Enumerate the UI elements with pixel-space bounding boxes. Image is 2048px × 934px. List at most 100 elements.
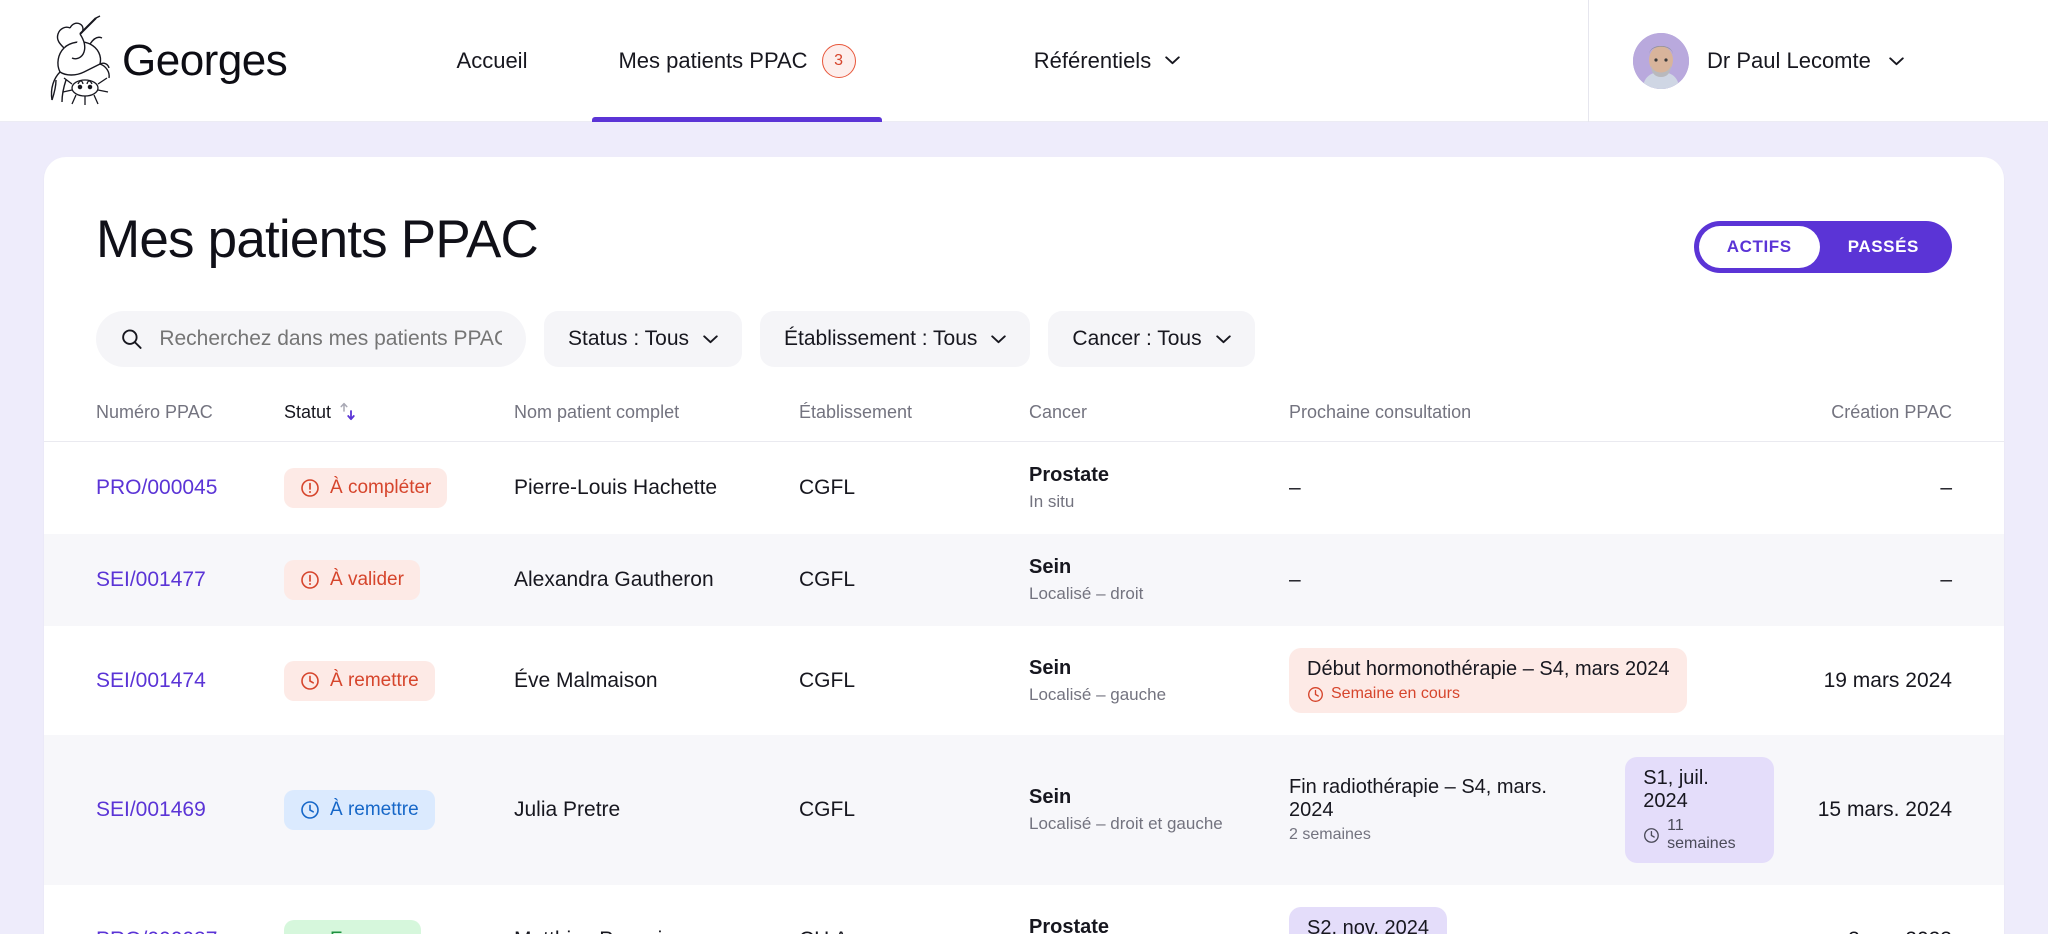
cell-numero-ppac: PRO/000045 [44,442,284,535]
etablissement-name: CGFL [799,668,856,692]
nav-badge-count: 3 [821,43,856,78]
sort-arrows-icon[interactable] [339,401,357,423]
toggle-option-actifs[interactable]: ACTIFS [1698,226,1820,268]
consultation-title: Début hormonothérapie – S4, mars 2024 [1307,658,1670,680]
creation-date: 15 mars. 2024 [1817,798,1952,821]
consultation-subtitle: 2 semaines [1289,826,1371,843]
consultation-box: Fin radiothérapie – S4, mars. 2024 2 sema… [1289,766,1607,854]
ppac-link[interactable]: PRO/000045 [96,476,217,499]
cell-cancer: Sein Localisé – gauche [1029,626,1289,735]
ppac-link[interactable]: SEI/001469 [96,798,206,821]
cell-creation-ppac: 19 mars 2024 [1774,626,2004,735]
cell-cancer: Sein Localisé – droit et gauche [1029,735,1289,885]
nav-item-accueil[interactable]: Accueil [392,0,592,122]
consultation-title: Fin radiothérapie – S4, mars. 2024 [1289,776,1547,821]
search-box[interactable] [96,311,526,367]
creation-date: – [1940,568,1952,591]
chevron-down-icon[interactable] [1889,56,1904,66]
clock-icon [301,671,319,690]
filter-cancer[interactable]: Cancer : Tous [1048,311,1255,367]
table-row[interactable]: SEI/001477 À valider Alexandra Gautheron CG… [44,534,2004,626]
column-header-cancer[interactable]: Cancer [1029,401,1289,442]
consultation-pill-title: S1, juil. 2024 [1643,767,1709,812]
consultation-pill[interactable]: S2, nov. 20248 mois [1289,907,1447,934]
status-badge: À remettre [284,660,435,701]
cell-creation-ppac: 15 mars. 2024 [1774,735,2004,885]
column-header-statut[interactable]: Statut [284,401,514,442]
table-row[interactable]: SEI/001469 À remettre Julia Pretre CGFL Sein… [44,735,2004,885]
consultation-pill-title: S2, nov. 2024 [1307,917,1429,934]
creation-date: – [1940,476,1952,499]
table-header: Numéro PPAC Statut Nom patient complet É… [44,401,2004,442]
patient-name: Alexandra Gautheron [514,568,714,591]
search-icon [122,329,142,349]
column-label: Prochaine consultation [1289,401,1472,422]
cancer-detail: Localisé – gauche [1029,684,1167,704]
cell-nom-patient: Éve Malmaison [514,626,799,735]
actifs-passes-toggle[interactable]: ACTIFS PASSÉS [1693,221,1952,273]
table-row[interactable]: PRO/000045 À compléter Pierre-Louis Hachet… [44,442,2004,535]
column-header-creation-ppac[interactable]: Création PPAC [1774,401,2004,442]
column-header-nom-patient[interactable]: Nom patient complet [514,401,799,442]
consultation-empty: – [1289,476,1301,499]
cell-creation-ppac: – [1774,534,2004,626]
consultation-box[interactable]: Début hormonothérapie – S4, mars 2024 Sem… [1289,648,1688,713]
alert-circle-icon [301,571,319,589]
patient-name: Julia Pretre [514,798,621,821]
consultation-pill[interactable]: S1, juil. 2024 11 semaines [1625,757,1774,863]
brand-logo-area[interactable]: Georges [30,14,320,108]
cancer-type: Sein [1029,786,1072,808]
cell-numero-ppac: PRO/000037 [44,885,284,934]
cell-numero-ppac: SEI/001477 [44,534,284,626]
column-label: Création PPAC [1831,401,1952,422]
etablissement-name: CGFL [799,798,856,821]
column-label: Numéro PPAC [96,401,213,422]
table-row[interactable]: PRO/000037 En cours Matthias Poussin CH Aux… [44,885,2004,934]
consultation-subtitle: Semaine en cours [1307,685,1669,703]
cell-cancer: Sein Localisé – droit [1029,534,1289,626]
user-menu[interactable]: Dr Paul Lecomte [1588,0,2048,122]
cancer-detail: In situ [1029,492,1075,511]
column-header-numero-ppac[interactable]: Numéro PPAC [44,401,284,442]
user-avatar-icon [1633,33,1689,89]
search-input[interactable] [159,327,502,351]
top-navigation-bar: Georges Accueil Mes patients PPAC 3 Réfé… [0,0,2048,122]
filter-etablissement[interactable]: Établissement : Tous [760,311,1031,367]
cell-etablissement: CGFL [799,442,1029,535]
filter-bar: Status : Tous Établissement : Tous Cance… [44,273,2004,367]
status-badge: À compléter [284,468,448,508]
column-header-prochaine-consultation[interactable]: Prochaine consultation [1289,401,1774,442]
status-badge-label: À remettre [330,669,419,691]
table-row[interactable]: SEI/001474 À remettre Éve Malmaison CGFL Sei… [44,626,2004,735]
nav-item-label: Référentiels [1033,47,1152,73]
cell-statut: À valider [284,534,514,626]
nav-item-referentiels[interactable]: Référentiels [992,0,1222,122]
toggle-option-passes[interactable]: PASSÉS [1820,226,1947,268]
creation-date: 3 avr. 2023 [1848,928,1952,934]
filter-status-label: Status : Tous [568,327,690,350]
ppac-link[interactable]: PRO/000037 [96,928,217,934]
cell-etablissement: CGFL [799,626,1029,735]
ppac-link[interactable]: SEI/001477 [96,568,206,591]
column-label: Établissement [799,401,913,422]
filter-etablissement-label: Établissement : Tous [784,327,978,350]
cell-etablissement: CGFL [799,534,1029,626]
avatar [1633,33,1689,89]
cell-creation-ppac: – [1774,442,2004,535]
creation-date: 19 mars 2024 [1823,668,1952,692]
main-nav: Accueil Mes patients PPAC 3 Référentiels [392,0,1222,122]
filter-status[interactable]: Status : Tous [544,311,743,367]
nav-item-label: Mes patients PPAC [618,47,808,73]
cell-nom-patient: Julia Pretre [514,735,799,885]
cell-statut: À remettre [284,626,514,735]
card-header: Mes patients PPAC ACTIFS PASSÉS [44,157,2004,273]
clock-icon [301,801,319,819]
etablissement-name: CH Auxerre [799,928,908,934]
check-icon [300,930,320,934]
column-header-etablissement[interactable]: Établissement [799,401,1029,442]
etablissement-name: CGFL [799,476,856,499]
nav-item-mes-patients-ppac[interactable]: Mes patients PPAC 3 [592,0,882,122]
cell-numero-ppac: SEI/001469 [44,735,284,885]
cell-statut: À compléter [284,442,514,535]
ppac-link[interactable]: SEI/001474 [96,669,206,692]
